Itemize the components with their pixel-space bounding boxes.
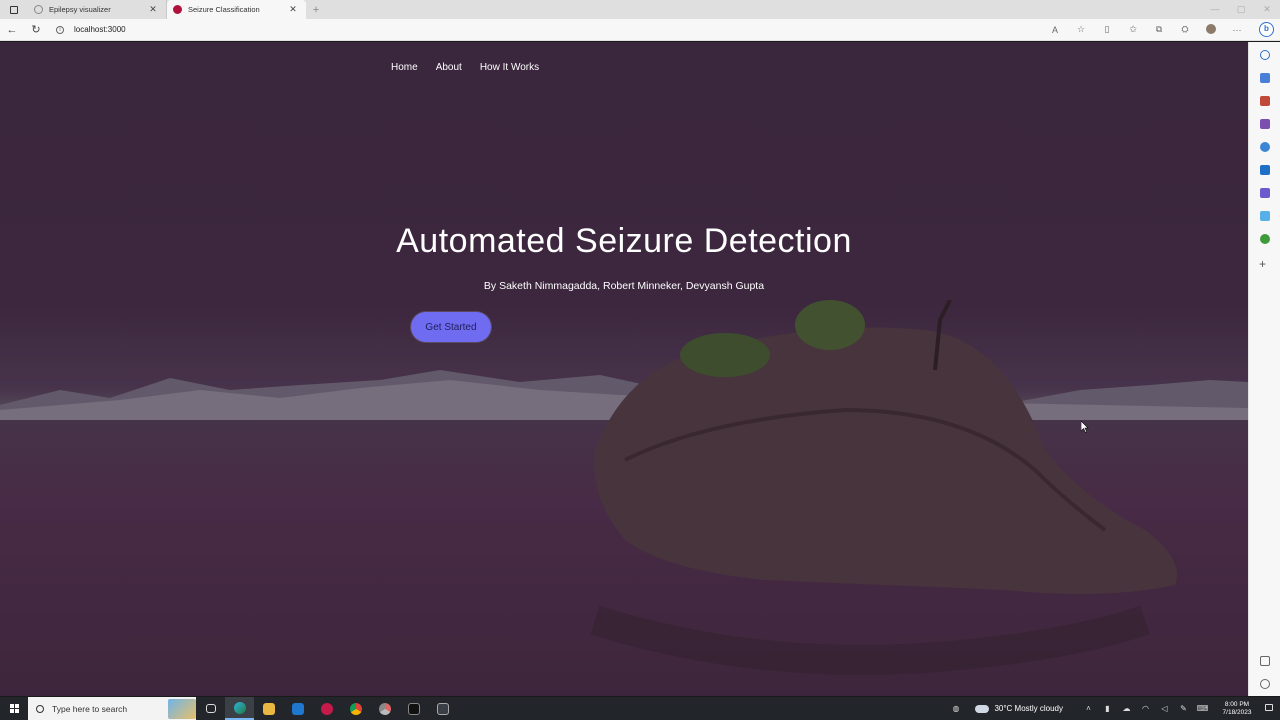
tab-strip: Epilepsy visualizer ✕ Seizure Classifica… (0, 0, 1280, 19)
split-screen-icon[interactable]: ▯ (1094, 24, 1120, 35)
clock-time: 8:00 PM (1224, 700, 1250, 708)
hero-title: Automated Seizure Detection (396, 222, 852, 260)
drop-icon[interactable] (1260, 211, 1270, 221)
mail-icon (291, 702, 304, 715)
nav-about[interactable]: About (436, 62, 462, 73)
maximize-button[interactable]: ▢ (1228, 0, 1254, 19)
weather-text: 30°C Mostly cloudy (994, 704, 1063, 713)
tab-actions-icon (10, 5, 18, 14)
edge-sidebar: + (1248, 42, 1280, 696)
windows-taskbar: Type here to search ◍ 30°C Mostly cloudy… (0, 697, 1280, 720)
tab-title: Epilepsy visualizer (49, 5, 111, 14)
chrome-icon (349, 702, 362, 715)
extensions-icon[interactable]: ⛭ (1172, 24, 1198, 35)
taskbar-raspberry-pi[interactable] (312, 697, 341, 720)
bing-chat-icon[interactable]: b (1259, 22, 1274, 37)
tree-icon[interactable] (1260, 234, 1270, 244)
taskbar-search[interactable]: Type here to search (28, 697, 196, 720)
notification-icon (1265, 704, 1273, 711)
microphone-icon[interactable]: ▮ (1098, 704, 1117, 713)
add-icon[interactable]: + (1259, 258, 1266, 270)
nav-how-it-works[interactable]: How It Works (480, 62, 539, 73)
taskbar-window[interactable] (428, 697, 457, 720)
tab-title: Seizure Classification (188, 5, 260, 14)
taskbar-terminal[interactable] (399, 697, 428, 720)
onedrive-icon[interactable]: ☁ (1117, 704, 1136, 713)
avatar (1206, 23, 1216, 34)
main-nav: Home About How It Works (391, 62, 539, 73)
address-bar[interactable]: i localhost:3000 (56, 22, 576, 38)
tools-icon[interactable] (1260, 96, 1270, 106)
tab-seizure-classification[interactable]: Seizure Classification ✕ (167, 0, 306, 19)
windows-icon (9, 704, 19, 713)
search-icon[interactable] (1260, 50, 1270, 60)
task-view-button[interactable] (196, 697, 225, 720)
taskbar-file-explorer[interactable] (254, 697, 283, 720)
more-menu-icon[interactable]: ··· (1224, 25, 1250, 35)
toolbar-icons: A ☆ ▯ ✩ ⧉ ⛭ ··· (1042, 23, 1250, 36)
designer-icon[interactable] (1260, 188, 1270, 198)
hero-authors: By Saketh Nimmagadda, Robert Minneker, D… (483, 280, 765, 292)
clock-date: 7/18/2023 (1222, 708, 1252, 716)
network-globe-icon[interactable]: ◍ (946, 704, 965, 713)
back-button[interactable]: ← (0, 24, 24, 36)
url-text[interactable]: localhost:3000 (74, 25, 126, 34)
react-icon (173, 5, 182, 14)
search-placeholder: Type here to search (52, 703, 128, 714)
address-bar-row: ← ↻ i localhost:3000 A ☆ ▯ ✩ ⧉ ⛭ ··· b (0, 19, 1280, 41)
taskbar-chrome[interactable] (341, 697, 370, 720)
nav-home[interactable]: Home (391, 62, 418, 73)
volume-icon[interactable]: ◁ (1155, 704, 1174, 713)
taskbar-edge[interactable] (225, 697, 254, 720)
new-tab-button[interactable]: + (306, 4, 326, 16)
search-highlight-image (168, 698, 196, 719)
taskbar-mail[interactable] (283, 697, 312, 720)
window-controls: — ▢ ✕ (1202, 0, 1280, 19)
edge-icon (233, 701, 246, 714)
search-icon (36, 704, 44, 713)
tab-actions-button[interactable] (0, 0, 28, 19)
games-icon[interactable] (1260, 119, 1270, 129)
clock[interactable]: 8:00 PM 7/18/2023 (1216, 701, 1258, 717)
settings-icon[interactable] (1260, 679, 1270, 689)
folder-icon (262, 702, 275, 715)
pen-icon[interactable]: ✎ (1174, 704, 1193, 713)
start-button[interactable] (0, 704, 28, 713)
page-icon (34, 5, 43, 14)
minimize-button[interactable]: — (1202, 0, 1228, 19)
taskbar-chrome-alt[interactable] (370, 697, 399, 720)
window-icon (436, 702, 449, 715)
page-viewport: Home About How It Works Automated Seizur… (0, 42, 1248, 696)
profile-avatar[interactable] (1198, 23, 1224, 36)
close-icon[interactable]: ✕ (288, 4, 298, 15)
close-icon[interactable]: ✕ (148, 4, 158, 15)
keyboard-icon[interactable]: ⌨ (1193, 704, 1212, 713)
chrome-canary-icon (378, 702, 391, 715)
wifi-icon[interactable]: ◠ (1136, 704, 1155, 713)
read-aloud-icon[interactable]: A (1042, 25, 1068, 35)
mouse-cursor (1081, 421, 1089, 433)
notifications-button[interactable] (1258, 704, 1280, 713)
favorite-star-icon[interactable]: ☆ (1068, 24, 1094, 35)
tab-epilepsy-visualizer[interactable]: Epilepsy visualizer ✕ (28, 0, 167, 19)
sidebar-layout-icon[interactable] (1260, 656, 1270, 666)
cloud-icon (975, 704, 990, 713)
get-started-button[interactable]: Get Started (411, 312, 491, 342)
refresh-button[interactable]: ↻ (24, 23, 48, 36)
close-window-button[interactable]: ✕ (1254, 0, 1280, 19)
system-tray: ◍ 30°C Mostly cloudy ˄ ▮ ☁ ◠ ◁ ✎ ⌨ 8:00 … (946, 697, 1280, 720)
terminal-icon (407, 702, 420, 715)
office-icon[interactable] (1260, 142, 1270, 152)
outlook-icon[interactable] (1260, 165, 1270, 175)
hero-overlay (0, 42, 1248, 696)
collections-icon[interactable]: ⧉ (1146, 24, 1172, 35)
shopping-icon[interactable] (1260, 73, 1270, 83)
weather-widget[interactable]: 30°C Mostly cloudy (975, 704, 1063, 713)
info-icon[interactable]: i (56, 25, 64, 34)
favorites-icon[interactable]: ✩ (1120, 24, 1146, 35)
task-view-icon (205, 704, 216, 713)
chevron-up-icon[interactable]: ˄ (1079, 704, 1098, 713)
raspberry-icon (320, 702, 333, 715)
